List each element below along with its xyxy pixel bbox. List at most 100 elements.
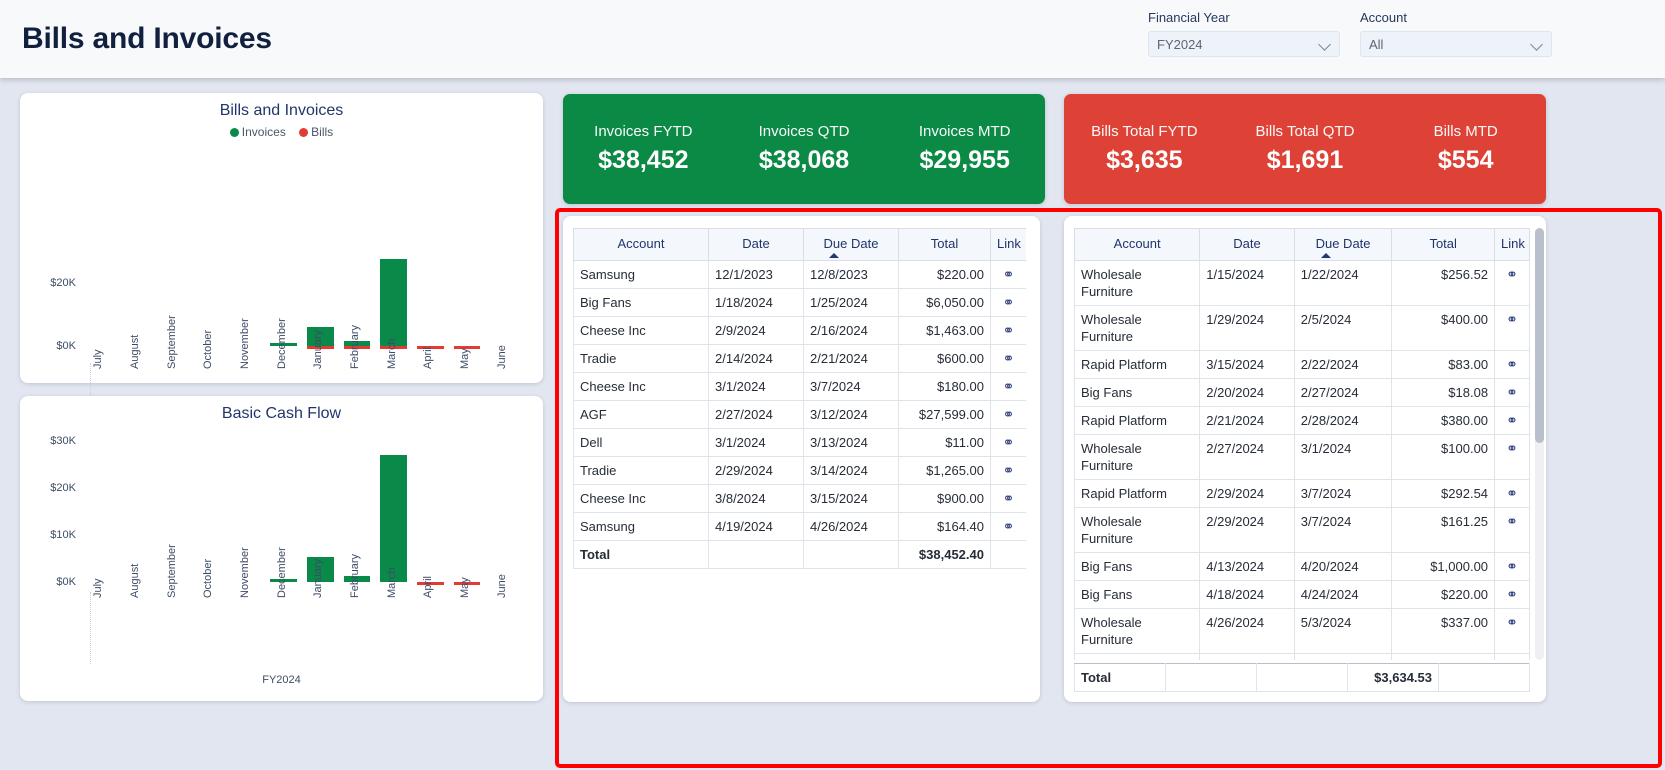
table-row[interactable]: Big Fans4/27/20245/4/2024$177.00⚭: [1074, 653, 1530, 660]
x-tick-label: May: [459, 348, 471, 369]
cell-account: Wholesale Furniture: [1074, 434, 1201, 480]
table-row[interactable]: Big Fans 2/20/2024 2/27/2024 $18.08 ⚭: [1074, 378, 1530, 407]
x-tick-label: December: [275, 318, 288, 369]
link-icon[interactable]: ⚭: [1494, 552, 1530, 581]
bills-header-row: Account Date Due Date Total Link: [1074, 228, 1530, 261]
chart2-title: Basic Cash Flow: [221, 405, 342, 422]
bills-table-scroll[interactable]: Account Date Due Date Total Link Wholesa…: [1074, 228, 1530, 660]
table-row[interactable]: Wholesale Furniture 4/26/2024 5/3/2024 $337…: [1074, 608, 1530, 654]
invoices-col-account[interactable]: Account: [573, 228, 709, 261]
bills-col-date[interactable]: Date: [1199, 228, 1295, 261]
link-icon[interactable]: ⚭: [1494, 580, 1530, 609]
bills-col-account[interactable]: Account: [1074, 228, 1201, 261]
cell-account: Rapid Platform: [1074, 406, 1201, 435]
cell-due-date: 3/15/2024: [803, 484, 899, 513]
table-row[interactable]: Cheese Inc 2/9/2024 2/16/2024 $1,463.00 ⚭: [573, 316, 1026, 345]
kpi-bills-qtd[interactable]: Bills Total QTD $1,691: [1225, 123, 1386, 175]
invoices-table-scroll[interactable]: Account Date Due Date Total Link Samsung…: [573, 228, 1026, 692]
table-row[interactable]: Tradie 2/14/2024 2/21/2024 $600.00 ⚭: [573, 344, 1026, 373]
link-icon[interactable]: ⚭: [990, 512, 1026, 541]
cell-due-date: 3/7/2024: [1293, 507, 1393, 553]
bills-vertical-scrollbar[interactable]: [1535, 228, 1544, 660]
cell-total: $337.00: [1391, 608, 1496, 654]
slicer-account-label: Account: [1360, 10, 1407, 25]
bills-scrollbar-thumb[interactable]: [1535, 228, 1544, 443]
link-icon[interactable]: ⚭: [990, 484, 1026, 513]
kpi-bills-mtd[interactable]: Bills MTD $554: [1385, 123, 1546, 175]
kpi-invoices-mtd[interactable]: Invoices MTD $29,955: [884, 123, 1045, 175]
cell-total: $83.00: [1391, 350, 1496, 379]
table-row[interactable]: Tradie 2/29/2024 3/14/2024 $1,265.00 ⚭: [573, 456, 1026, 485]
table-row[interactable]: Rapid Platform 2/29/2024 3/7/2024 $292.54 ⚭: [1074, 479, 1530, 508]
table-row[interactable]: Wholesale Furniture 1/29/2024 2/5/2024 $400…: [1074, 305, 1530, 351]
table-row[interactable]: Samsung 4/19/2024 4/26/2024 $164.40 ⚭: [573, 512, 1026, 541]
cell-account: Samsung: [573, 260, 709, 289]
link-icon[interactable]: ⚭: [1494, 507, 1530, 553]
cell-due-date: 4/20/2024: [1293, 552, 1393, 581]
table-row[interactable]: Rapid Platform 3/15/2024 2/22/2024 $83.00 ⚭: [1074, 350, 1530, 379]
kpi-invoices-fytd-label: Invoices FYTD: [594, 123, 693, 140]
link-icon[interactable]: ⚭: [990, 372, 1026, 401]
slicer-financial-year-label: Financial Year: [1148, 10, 1230, 25]
link-icon[interactable]: ⚭: [990, 456, 1026, 485]
cell-due-date: 12/8/2023: [803, 260, 899, 289]
table-row[interactable]: Wholesale Furniture 2/27/2024 3/1/2024 $100…: [1074, 434, 1530, 480]
bills-col-link[interactable]: Link: [1494, 228, 1530, 261]
panel-bills-table: Account Date Due Date Total Link Wholesa…: [1064, 216, 1546, 702]
slicer-account-dropdown[interactable]: All: [1360, 31, 1552, 57]
table-row[interactable]: Big Fans 4/13/2024 4/20/2024 $1,000.00 ⚭: [1074, 552, 1530, 581]
slicer-financial-year-dropdown[interactable]: FY2024: [1148, 31, 1340, 57]
invoices-col-due-date[interactable]: Due Date: [803, 228, 899, 261]
invoices-col-total[interactable]: Total: [898, 228, 991, 261]
invoices-col-date[interactable]: Date: [708, 228, 804, 261]
chart-basic-cash-flow[interactable]: Basic Cash Flow $30K $20K $10K $0K July A…: [20, 396, 543, 701]
invoices-col-link[interactable]: Link: [990, 228, 1026, 261]
link-icon[interactable]: ⚭: [1494, 479, 1530, 508]
cell-date: 2/27/2024: [1199, 434, 1295, 480]
table-row[interactable]: Wholesale Furniture 1/15/2024 1/22/2024 $25…: [1074, 260, 1530, 306]
link-icon[interactable]: ⚭: [1494, 406, 1530, 435]
bills-total-row: Total $3,634.53: [1074, 663, 1530, 692]
invoices-table: Account Date Due Date Total Link Samsung…: [573, 228, 1026, 569]
table-row[interactable]: Samsung 12/1/2023 12/8/2023 $220.00 ⚭: [573, 260, 1026, 289]
link-icon[interactable]: ⚭: [1494, 653, 1530, 660]
cell-due-date: 2/27/2024: [1293, 378, 1393, 407]
table-row[interactable]: Wholesale Furniture 2/29/2024 3/7/2024 $161…: [1074, 507, 1530, 553]
cell-date: 2/29/2024: [1199, 507, 1295, 553]
cell-account: Wholesale Furniture: [1074, 507, 1201, 553]
link-icon[interactable]: ⚭: [1494, 434, 1530, 480]
bills-col-total[interactable]: Total: [1391, 228, 1496, 261]
table-row[interactable]: Cheese Inc 3/8/2024 3/15/2024 $900.00 ⚭: [573, 484, 1026, 513]
link-icon[interactable]: ⚭: [990, 400, 1026, 429]
chart-bills-and-invoices[interactable]: Bills and Invoices Invoices Bills $20K $…: [20, 93, 543, 457]
cell-due-date: 3/14/2024: [803, 456, 899, 485]
cell-account: Big Fans: [1074, 378, 1201, 407]
bills-total-value: $3,634.53: [1347, 663, 1439, 692]
link-icon[interactable]: ⚭: [990, 316, 1026, 345]
table-row[interactable]: Cheese Inc 3/1/2024 3/7/2024 $180.00 ⚭: [573, 372, 1026, 401]
link-icon[interactable]: ⚭: [990, 260, 1026, 289]
table-row[interactable]: Big Fans 4/18/2024 4/24/2024 $220.00 ⚭: [1074, 580, 1530, 609]
kpi-invoices-fytd[interactable]: Invoices FYTD $38,452: [563, 123, 724, 175]
kpi-invoices-qtd[interactable]: Invoices QTD $38,068: [724, 123, 885, 175]
link-icon[interactable]: ⚭: [1494, 305, 1530, 351]
slicer-financial-year-value: FY2024: [1157, 36, 1203, 52]
link-icon[interactable]: ⚭: [1494, 608, 1530, 654]
kpi-bills-fytd[interactable]: Bills Total FYTD $3,635: [1064, 123, 1225, 175]
link-icon[interactable]: ⚭: [1494, 378, 1530, 407]
link-icon[interactable]: ⚭: [990, 428, 1026, 457]
link-icon[interactable]: ⚭: [990, 344, 1026, 373]
table-row[interactable]: Big Fans 1/18/2024 1/25/2024 $6,050.00 ⚭: [573, 288, 1026, 317]
table-row[interactable]: Rapid Platform 2/21/2024 2/28/2024 $380.00 ⚭: [1074, 406, 1530, 435]
table-row[interactable]: Dell 3/1/2024 3/13/2024 $11.00 ⚭: [573, 428, 1026, 457]
link-icon[interactable]: ⚭: [1494, 350, 1530, 379]
bills-total-label: Total: [1074, 663, 1166, 692]
table-row[interactable]: AGF 2/27/2024 3/12/2024 $27,599.00 ⚭: [573, 400, 1026, 429]
cell-due-date: 2/28/2024: [1293, 406, 1393, 435]
bills-col-due-date[interactable]: Due Date: [1293, 228, 1393, 261]
x-tick-label: June: [495, 345, 508, 369]
link-icon[interactable]: ⚭: [1494, 260, 1530, 306]
legend-item-bills[interactable]: Bills: [299, 125, 333, 139]
legend-item-invoices[interactable]: Invoices: [229, 125, 286, 139]
link-icon[interactable]: ⚭: [990, 288, 1026, 317]
